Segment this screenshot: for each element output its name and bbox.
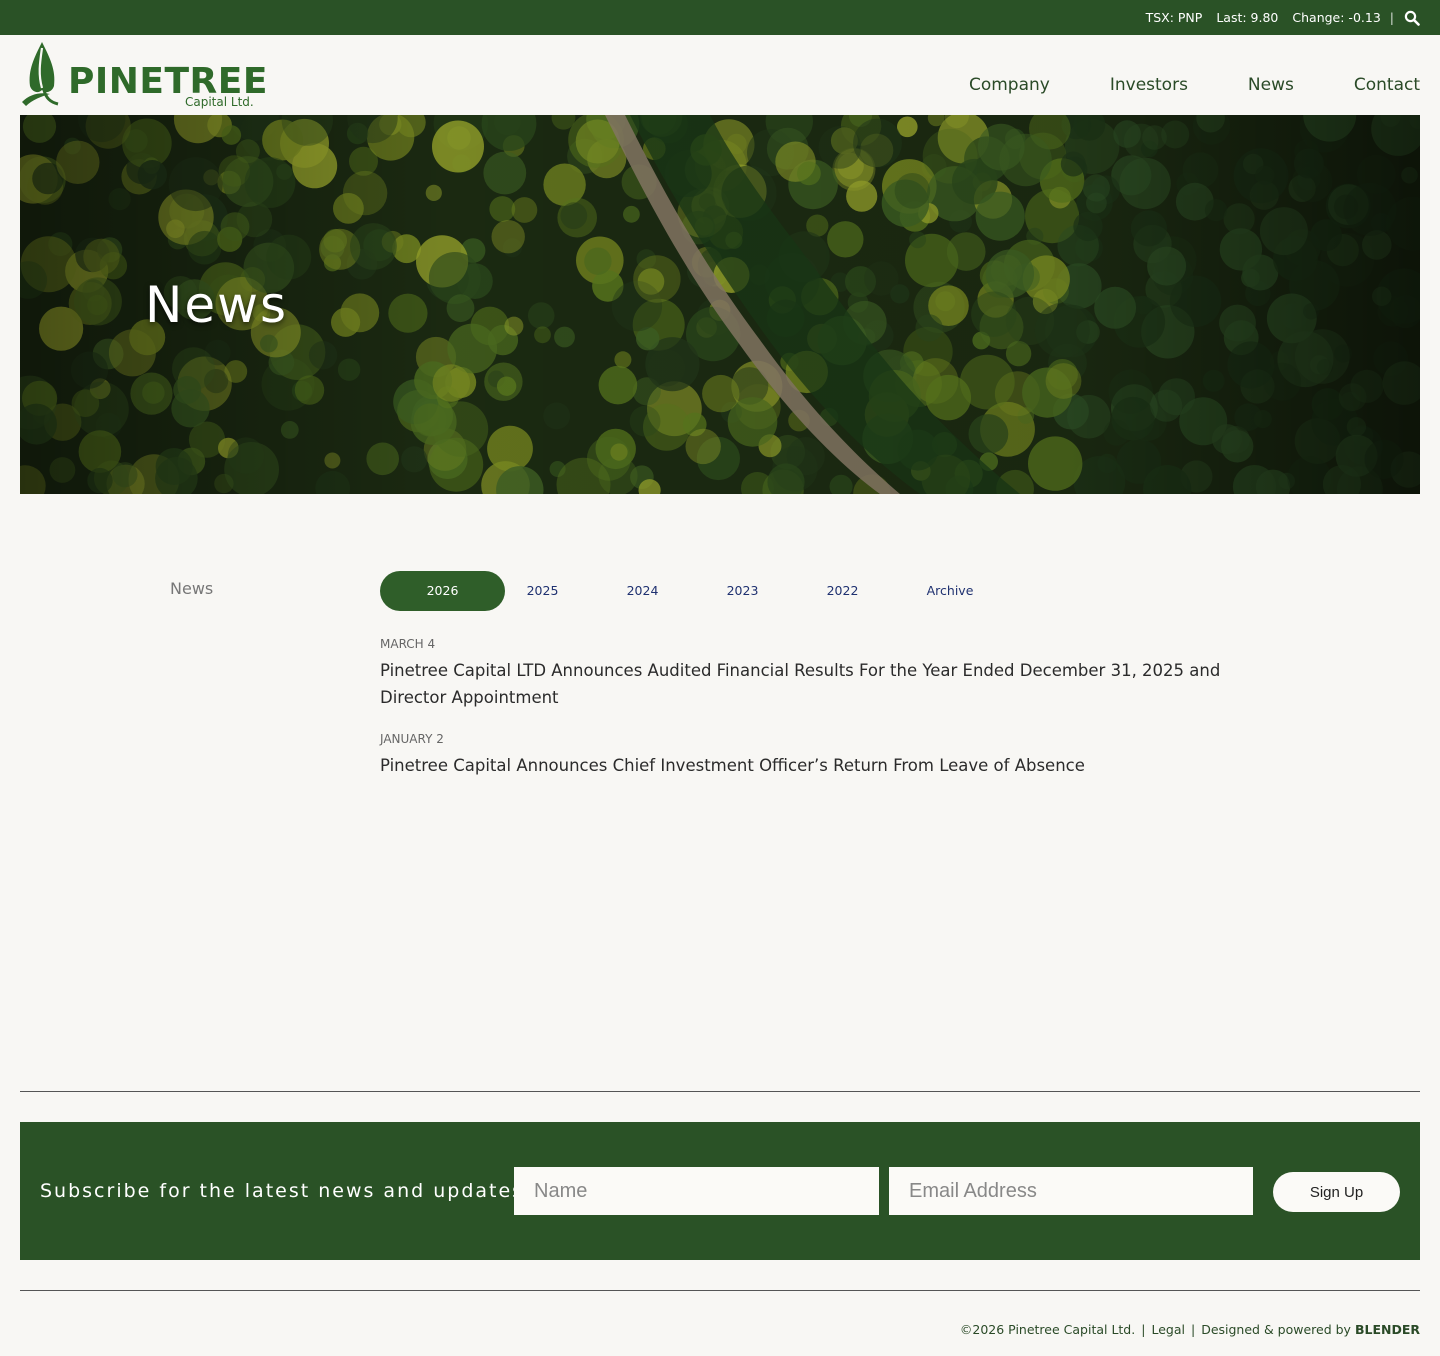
hero-banner: News	[20, 115, 1420, 494]
email-input[interactable]	[889, 1167, 1253, 1215]
hero-title: News	[145, 276, 289, 334]
tab-2026[interactable]: 2026	[380, 571, 505, 611]
tab-2023[interactable]: 2023	[705, 571, 780, 611]
footer-brand-link[interactable]: BLENDER	[1355, 1322, 1420, 1337]
logo-subtitle: Capital Ltd.	[185, 95, 254, 109]
footer-separator: |	[1190, 1322, 1196, 1337]
news-date: JANUARY 2	[380, 732, 444, 746]
tab-2022[interactable]: 2022	[780, 571, 905, 611]
list-item: JANUARY 2 Pinetree Capital Announces Chi…	[380, 729, 1280, 779]
divider	[20, 1290, 1420, 1291]
nav-item-investors[interactable]: Investors	[1110, 73, 1188, 97]
news-list: MARCH 4 Pinetree Capital LTD Announces A…	[380, 634, 1280, 797]
tab-2025[interactable]: 2025	[505, 571, 580, 611]
search-icon[interactable]	[1404, 10, 1420, 26]
news-date: MARCH 4	[380, 637, 436, 651]
subscribe-label: Subscribe for the latest news and update…	[40, 1180, 525, 1202]
nav-item-company[interactable]: Company	[969, 73, 1050, 97]
year-filter-tabs: 2026 2025 2024 2023 2022 Archive	[380, 571, 995, 611]
name-input[interactable]	[514, 1167, 879, 1215]
list-item: MARCH 4 Pinetree Capital LTD Announces A…	[380, 634, 1280, 711]
tab-2024[interactable]: 2024	[580, 571, 705, 611]
subscribe-section: Subscribe for the latest news and update…	[20, 1122, 1420, 1260]
sign-up-button[interactable]: Sign Up	[1273, 1172, 1400, 1212]
footer-legal-link[interactable]: Legal	[1151, 1322, 1185, 1337]
nav-item-contact[interactable]: Contact	[1354, 73, 1420, 97]
ticker-last-price: Last: 9.80	[1216, 10, 1279, 25]
news-title-link[interactable]: Pinetree Capital LTD Announces Audited F…	[380, 657, 1280, 711]
stock-ticker-bar: TSX: PNP Last: 9.80 Change: -0.13 |	[0, 0, 1440, 35]
footer-copyright: ©2026 Pinetree Capital Ltd.	[959, 1322, 1136, 1337]
footer-credit: Designed & powered by	[1201, 1322, 1351, 1337]
pine-tree-logo-icon	[22, 42, 59, 106]
ticker-separator: |	[1389, 10, 1394, 25]
tab-archive[interactable]: Archive	[905, 571, 995, 611]
news-title-link[interactable]: Pinetree Capital Announces Chief Investm…	[380, 752, 1280, 779]
ticker-symbol: TSX: PNP	[1145, 10, 1203, 25]
site-footer: ©2026 Pinetree Capital Ltd. | Legal | Design…	[960, 1321, 1420, 1339]
nav-item-news[interactable]: News	[1248, 73, 1294, 97]
section-sidebar-label: News	[170, 579, 214, 598]
main-nav: Company Investors News Contact	[909, 73, 1420, 97]
divider	[20, 1091, 1420, 1092]
site-logo[interactable]: PINETREE Capital Ltd.	[20, 40, 267, 112]
footer-separator: |	[1141, 1322, 1146, 1337]
site-header: PINETREE Capital Ltd. Company Investors …	[0, 35, 1440, 115]
ticker-change: Change: -0.13	[1292, 10, 1381, 25]
